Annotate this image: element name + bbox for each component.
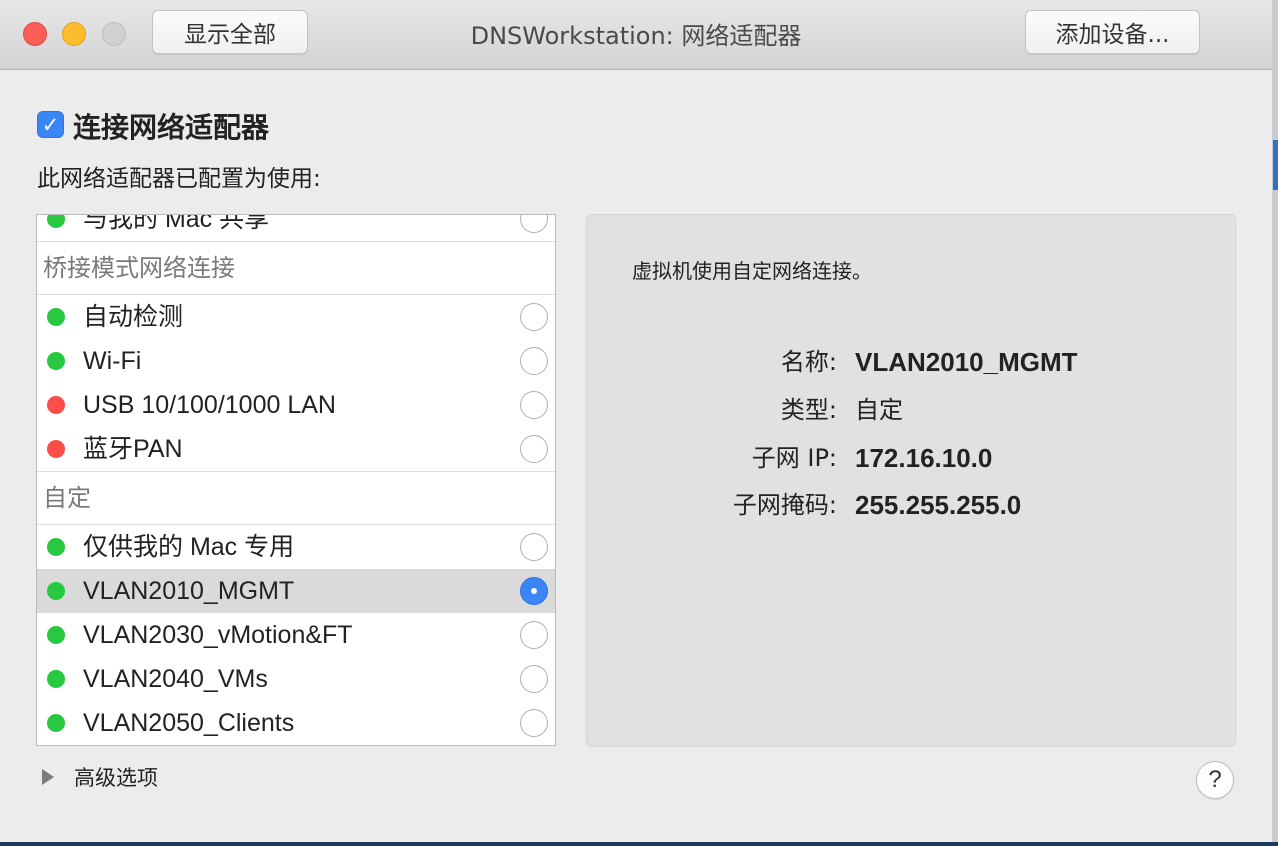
network-list[interactable]: 与我的 Mac 共享 桥接模式网络连接 自动检测 Wi-Fi USB 10/10… [36, 214, 556, 746]
title-bar: 显示全部 DNSWorkstation: 网络适配器 添加设备... [0, 0, 1272, 70]
background-window-edge [1272, 0, 1278, 846]
detail-row-subnet-ip: 子网 IP: 172.16.10.0 [587, 438, 1237, 478]
list-item-label: VLAN2050_Clients [83, 709, 295, 737]
group-header-bridged: 桥接模式网络连接 [37, 241, 555, 295]
radio-button[interactable] [520, 347, 548, 375]
list-item-label: Wi-Fi [83, 347, 142, 375]
status-dot-icon [47, 714, 65, 732]
list-item-label: 与我的 Mac 共享 [83, 214, 270, 233]
radio-button[interactable] [520, 215, 548, 233]
list-item-bluetooth-pan[interactable]: 蓝牙PAN [37, 427, 555, 471]
list-item-vlan2030[interactable]: VLAN2030_vMotion&FT [37, 613, 555, 657]
detail-key: 子网 IP: [751, 444, 837, 472]
radio-button-selected[interactable] [520, 577, 548, 605]
details-description: 虚拟机使用自定网络连接。 [632, 259, 872, 283]
status-dot-icon [47, 308, 65, 326]
list-item-autodetect[interactable]: 自动检测 [37, 295, 555, 339]
desktop-strip [0, 842, 1278, 846]
radio-button[interactable] [520, 391, 548, 419]
status-dot-icon [47, 396, 65, 414]
status-dot-icon [47, 215, 65, 228]
detail-row-type: 类型: 自定 [587, 390, 1237, 430]
list-item-label: VLAN2040_VMs [83, 665, 268, 693]
radio-button[interactable] [520, 435, 548, 463]
connect-adapter-checkbox[interactable]: ✓ [37, 111, 64, 138]
list-item-share-with-mac[interactable]: 与我的 Mac 共享 [37, 214, 555, 241]
detail-key: 类型: [780, 396, 837, 424]
radio-button[interactable] [520, 303, 548, 331]
status-dot-icon [47, 440, 65, 458]
list-item-label: 蓝牙PAN [83, 435, 183, 463]
list-item-vlan2050[interactable]: VLAN2050_Clients [37, 701, 555, 745]
network-list-content: 与我的 Mac 共享 桥接模式网络连接 自动检测 Wi-Fi USB 10/10… [37, 214, 555, 745]
detail-value: 自定 [855, 396, 903, 424]
list-item-label: VLAN2030_vMotion&FT [83, 621, 353, 649]
radio-button[interactable] [520, 533, 548, 561]
radio-button[interactable] [520, 709, 548, 737]
detail-row-name: 名称: VLAN2010_MGMT [587, 342, 1237, 382]
list-item-label: USB 10/100/1000 LAN [83, 391, 336, 419]
network-details-panel: 虚拟机使用自定网络连接。 名称: VLAN2010_MGMT 类型: 自定 子网… [586, 214, 1236, 747]
status-dot-icon [47, 538, 65, 556]
detail-key: 子网掩码: [732, 491, 837, 519]
list-item-usb-lan[interactable]: USB 10/100/1000 LAN [37, 383, 555, 427]
connect-adapter-label[interactable]: 连接网络适配器 [73, 106, 269, 146]
radio-button[interactable] [520, 665, 548, 693]
list-item-label: 仅供我的 Mac 专用 [83, 533, 295, 561]
status-dot-icon [47, 352, 65, 370]
disclosure-triangle-icon[interactable] [42, 769, 54, 785]
advanced-options-label[interactable]: 高级选项 [74, 762, 158, 792]
status-dot-icon [47, 582, 65, 600]
detail-value: VLAN2010_MGMT [855, 347, 1078, 377]
list-item-label: 自动检测 [83, 303, 184, 331]
add-device-button[interactable]: 添加设备... [1025, 10, 1200, 54]
group-label: 桥接模式网络连接 [43, 254, 235, 282]
status-dot-icon [47, 670, 65, 688]
preferences-window: 显示全部 DNSWorkstation: 网络适配器 添加设备... ✓ 连接网… [0, 0, 1272, 842]
detail-value: 172.16.10.0 [855, 443, 993, 473]
detail-key: 名称: [780, 348, 837, 376]
advanced-options-disclosure[interactable]: 高级选项 [42, 762, 158, 792]
list-item-vlan2010[interactable]: VLAN2010_MGMT [37, 569, 555, 613]
radio-button[interactable] [520, 621, 548, 649]
detail-row-subnet-mask: 子网掩码: 255.255.255.0 [587, 485, 1237, 525]
adapter-config-description: 此网络适配器已配置为使用: [37, 166, 321, 192]
group-header-custom: 自定 [37, 471, 555, 525]
list-item-vlan2040[interactable]: VLAN2040_VMs [37, 657, 555, 701]
background-highlight [1273, 140, 1278, 190]
list-item-mac-only[interactable]: 仅供我的 Mac 专用 [37, 525, 555, 569]
help-button[interactable]: ? [1196, 761, 1234, 799]
group-label: 自定 [43, 484, 91, 512]
detail-value: 255.255.255.0 [855, 490, 1022, 520]
list-item-wifi[interactable]: Wi-Fi [37, 339, 555, 383]
list-item-label: VLAN2010_MGMT [83, 577, 295, 605]
status-dot-icon [47, 626, 65, 644]
